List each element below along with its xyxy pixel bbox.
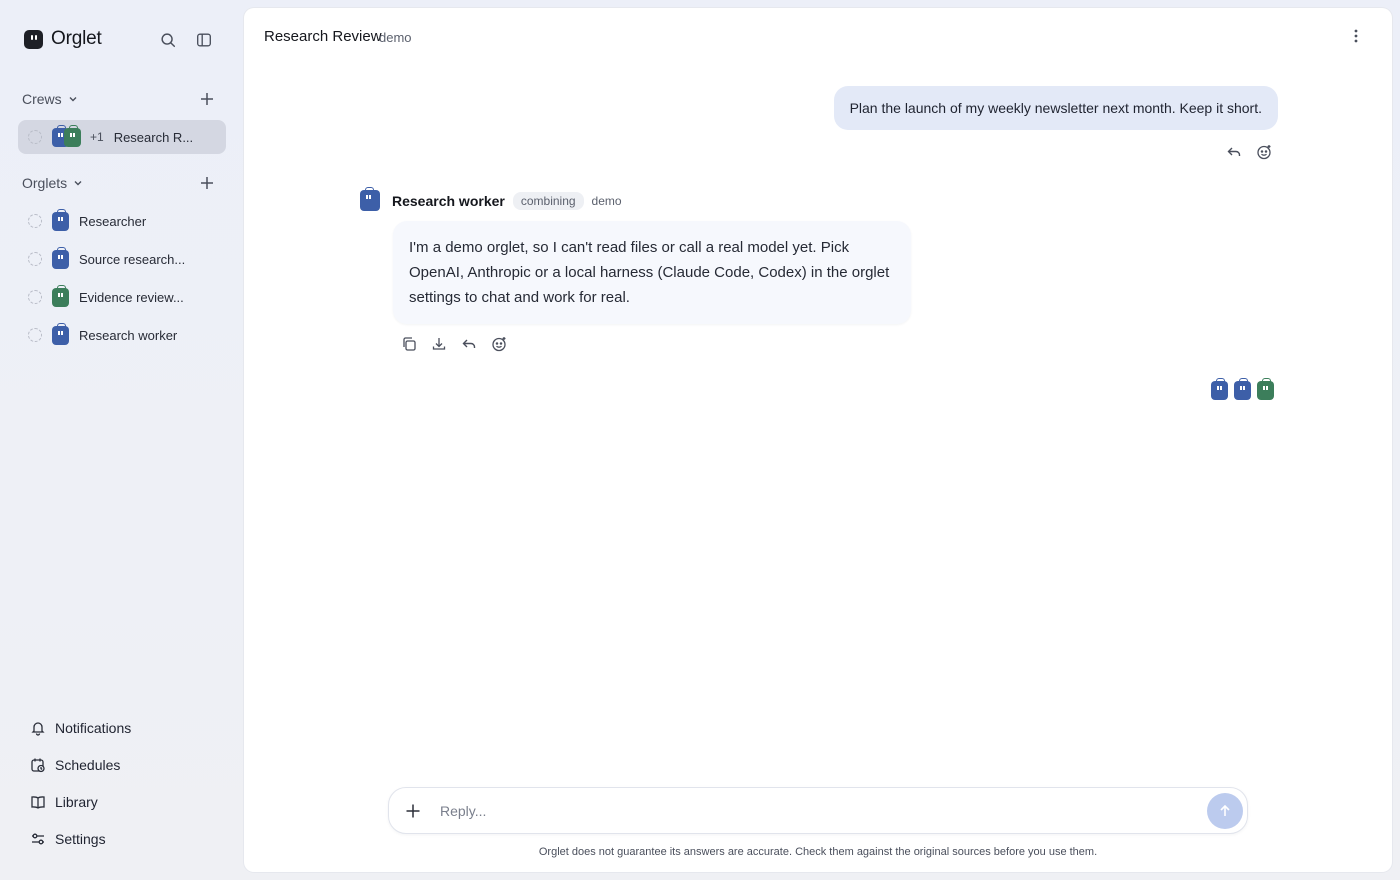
reply-icon	[462, 339, 476, 348]
reply-composer	[388, 787, 1248, 834]
chat-mode-badge: demo	[379, 30, 412, 45]
copy-button[interactable]	[401, 336, 417, 352]
orglet-bot-icon	[52, 246, 69, 269]
search-button[interactable]	[158, 30, 178, 50]
copy-icon	[403, 337, 416, 351]
user-message-actions	[1226, 144, 1272, 160]
chevron-down-icon	[74, 181, 82, 186]
sidebar: Orglet Crews +1 Research R... Orglets Re…	[0, 0, 244, 880]
status-spinner-icon	[28, 214, 42, 228]
orglet-bot-icon	[52, 322, 69, 345]
crews-label: Crews	[22, 91, 62, 107]
orglet-bot-icon	[64, 124, 81, 147]
emoji-add-icon	[1257, 145, 1271, 160]
nav-notifications[interactable]: Notifications	[22, 716, 131, 740]
book-icon	[31, 796, 45, 809]
status-spinner-icon	[28, 252, 42, 266]
agent-message-actions	[401, 336, 507, 352]
attach-button[interactable]	[404, 802, 422, 820]
brand[interactable]: Orglet	[24, 28, 102, 50]
reply-button[interactable]	[1226, 144, 1242, 160]
orglet-bot-icon	[1234, 378, 1251, 400]
agent-name: Research worker	[392, 192, 505, 209]
more-vertical-icon	[1354, 29, 1358, 43]
sidebar-item-researcher[interactable]: Researcher	[18, 204, 226, 238]
nav-label: Schedules	[55, 757, 121, 773]
orglet-bot-icon	[52, 284, 69, 307]
search-icon	[161, 33, 176, 48]
download-button[interactable]	[431, 336, 447, 352]
nav-schedules[interactable]: Schedules	[22, 753, 120, 777]
orglet-bot-icon	[52, 208, 69, 231]
status-spinner-icon	[28, 290, 42, 304]
crews-section-toggle[interactable]: Crews	[22, 91, 79, 107]
orglet-logo-icon	[24, 29, 43, 49]
orglet-bot-icon	[360, 187, 380, 211]
send-button[interactable]	[1207, 792, 1243, 829]
orglets-section-toggle[interactable]: Orglets	[22, 175, 84, 191]
sidebar-item-evidence-review[interactable]: Evidence review...	[18, 280, 226, 314]
chevron-down-icon	[69, 97, 77, 102]
add-reaction-button[interactable]	[1256, 144, 1272, 160]
crew-avatars	[52, 124, 82, 147]
sidebar-item-label: Research R...	[113, 129, 194, 145]
orglet-bot-icon	[1211, 378, 1228, 400]
sliders-icon	[32, 833, 44, 845]
sidebar-item-label: Research worker	[79, 327, 178, 343]
orglet-bot-icon	[1257, 378, 1274, 400]
agent-status-badge: combining	[512, 191, 584, 210]
plus-icon	[201, 177, 213, 189]
add-reaction-button[interactable]	[491, 336, 507, 352]
agent-message-header: Research worker combining demo	[360, 187, 622, 211]
arrow-up-icon	[1220, 804, 1230, 816]
sidebar-item-source-research[interactable]: Source research...	[18, 242, 226, 276]
status-spinner-icon	[28, 130, 42, 144]
nav-label: Settings	[55, 831, 106, 847]
nav-settings[interactable]: Settings	[22, 827, 106, 851]
crew-extra-count: +1	[90, 130, 104, 144]
chat-panel: Research Review demo Plan the launch of …	[244, 8, 1392, 872]
toggle-sidebar-button[interactable]	[194, 30, 214, 50]
reply-icon	[1227, 147, 1241, 156]
sidebar-panel-icon	[197, 33, 211, 47]
nav-library[interactable]: Library	[22, 790, 98, 814]
plus-icon	[201, 93, 213, 105]
reply-button[interactable]	[461, 336, 477, 352]
nav-label: Library	[55, 794, 98, 810]
participants-avatars[interactable]	[1211, 378, 1274, 400]
agent-message-bubble: I'm a demo orglet, so I can't read files…	[393, 221, 911, 324]
user-message-bubble: Plan the launch of my weekly newsletter …	[833, 86, 1278, 130]
calendar-clock-icon	[31, 758, 45, 773]
status-spinner-icon	[28, 328, 42, 342]
emoji-add-icon	[492, 337, 506, 352]
sidebar-item-research-worker[interactable]: Research worker	[18, 318, 226, 352]
chat-title: Research Review	[264, 28, 382, 45]
more-options-button[interactable]	[1346, 26, 1366, 46]
user-message-text: Plan the launch of my weekly newsletter …	[849, 100, 1262, 116]
sidebar-item-label: Source research...	[79, 251, 186, 267]
reply-input[interactable]	[440, 802, 1207, 819]
add-orglet-button[interactable]	[198, 174, 216, 192]
add-crew-button[interactable]	[198, 90, 216, 108]
download-icon	[432, 338, 446, 350]
accuracy-disclaimer: Orglet does not guarantee its answers ar…	[538, 846, 1098, 858]
sidebar-item-label: Researcher	[79, 213, 147, 229]
orglets-label: Orglets	[22, 175, 68, 191]
agent-message-text: I'm a demo orglet, so I can't read files…	[409, 239, 890, 306]
bell-icon	[31, 722, 45, 736]
nav-label: Notifications	[55, 720, 132, 736]
plus-icon	[406, 804, 420, 817]
sidebar-item-label: Evidence review...	[79, 289, 184, 305]
app-name: Orglet	[51, 28, 102, 49]
agent-mode-tag: demo	[591, 193, 622, 208]
sidebar-item-research-review-crew[interactable]: +1 Research R...	[18, 120, 226, 154]
